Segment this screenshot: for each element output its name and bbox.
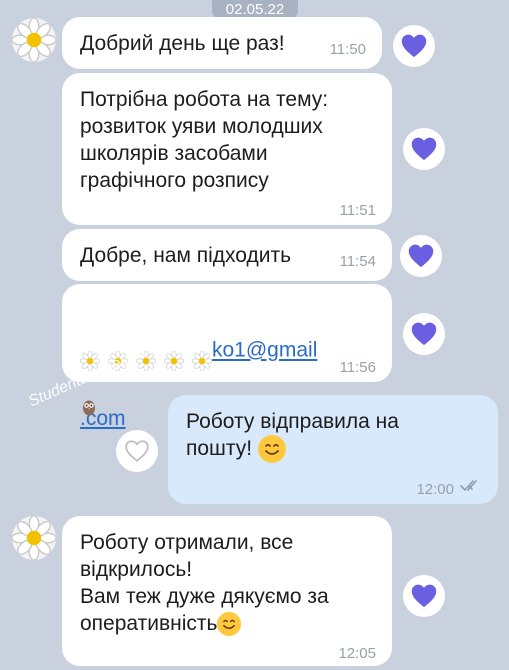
message-bubble[interactable]: Роботу отримали, все відкрилось! Вам теж… xyxy=(62,516,392,666)
email-link-text[interactable]: ko1@gmail xyxy=(212,339,317,362)
message-time: 11:50 xyxy=(329,41,366,58)
message-text: Роботу отримали, все відкрилось! Вам теж… xyxy=(80,529,329,637)
heart-icon xyxy=(410,582,438,610)
message-text: Роботу відправила на пошту! xyxy=(186,408,399,464)
double-check-icon xyxy=(460,480,477,492)
heart-outline-icon xyxy=(125,440,149,462)
avatar[interactable] xyxy=(12,18,56,62)
message-time: 11:51 xyxy=(339,202,376,219)
reaction-button[interactable] xyxy=(403,575,445,617)
message-time: 12:00 xyxy=(416,481,454,498)
message-text-content: Роботу відправила на пошту! xyxy=(186,410,399,460)
message-time: 11:56 xyxy=(339,359,376,376)
message-bubble[interactable]: Добре, нам підходить 11:54 xyxy=(62,229,392,281)
heart-icon xyxy=(400,32,428,60)
smile-emoji-icon xyxy=(217,612,242,637)
reaction-button[interactable] xyxy=(400,235,442,277)
daisy-icon xyxy=(12,516,56,560)
smile-emoji-icon xyxy=(257,435,286,464)
avatar[interactable] xyxy=(12,516,56,560)
message-bubble[interactable]: Потрібна робота на тему: розвиток уяви м… xyxy=(62,73,392,225)
message-time: 11:54 xyxy=(339,253,376,270)
heart-icon xyxy=(410,135,438,163)
message-time: 12:05 xyxy=(338,645,376,662)
message-bubble-outgoing[interactable]: Роботу відправила на пошту! 12:00 xyxy=(168,395,498,504)
message-text: Добре, нам підходить xyxy=(80,244,292,267)
owl-logo xyxy=(82,398,96,421)
message-text: Потрібна робота на тему: розвиток уяви м… xyxy=(80,88,329,192)
reaction-button[interactable] xyxy=(403,128,445,170)
message-text: Добрий день ще раз! xyxy=(80,32,285,55)
heart-icon xyxy=(410,320,438,348)
message-bubble[interactable]: Добрий день ще раз! 11:50 xyxy=(62,17,382,69)
daisy-icon xyxy=(12,18,56,62)
heart-icon xyxy=(407,242,435,270)
reaction-button[interactable] xyxy=(116,430,158,472)
reaction-button[interactable] xyxy=(403,313,445,355)
message-text-content: Роботу отримали, все відкрилось! Вам теж… xyxy=(80,531,329,635)
reaction-button[interactable] xyxy=(393,25,435,67)
